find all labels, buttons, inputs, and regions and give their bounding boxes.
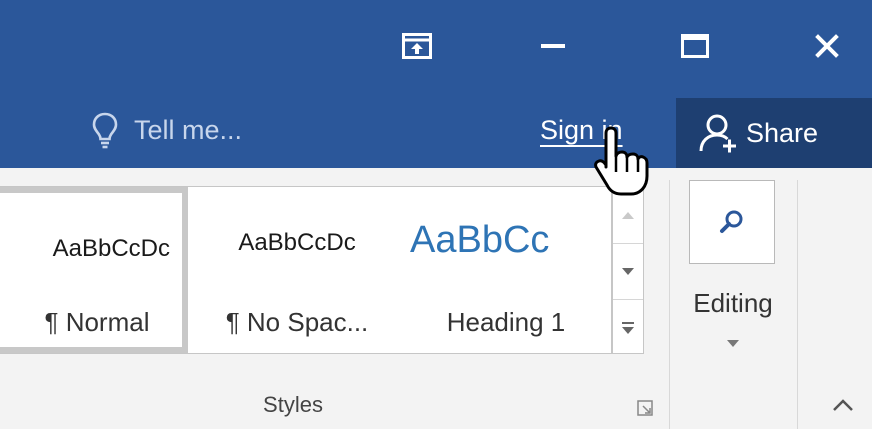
ribbon-display-options-button[interactable] (378, 10, 456, 82)
find-button[interactable] (689, 180, 775, 264)
close-icon (815, 34, 839, 58)
editing-group-label[interactable]: Editing (675, 288, 791, 319)
styles-gallery: AaBbCcDc ¶ Normal AaBbCcDc ¶ No Spac... … (0, 186, 612, 354)
share-button[interactable]: Share (676, 98, 872, 168)
gallery-more-button[interactable] (613, 299, 643, 355)
title-bar: Tell me... Sign in Share (0, 0, 872, 168)
minimize-icon (541, 44, 565, 48)
tell-me-placeholder: Tell me... (134, 114, 243, 145)
find-magnifier-icon (720, 210, 743, 233)
maximize-button[interactable] (660, 10, 730, 82)
style-heading-1[interactable]: AaBbCc Heading 1 (400, 187, 612, 353)
style-name-label: Heading 1 (446, 307, 566, 337)
style-sample-text: AaBbCcDc (238, 229, 356, 256)
tell-me-box[interactable]: Tell me... (90, 108, 242, 152)
minimize-button[interactable] (518, 10, 588, 82)
gallery-scroll-down-button[interactable] (613, 243, 643, 299)
gallery-scroll (612, 186, 644, 354)
style-sample-text: AaBbCc (410, 219, 550, 261)
hand-cursor-icon (594, 126, 649, 196)
share-label: Share (746, 117, 819, 148)
lightbulb-icon (92, 112, 118, 149)
maximize-icon (681, 34, 709, 58)
group-separator (669, 180, 670, 429)
close-button[interactable] (792, 10, 862, 82)
more-styles-icon (622, 321, 634, 334)
group-separator (797, 180, 798, 429)
collapse-ribbon-icon[interactable] (832, 398, 854, 412)
style-no-spacing[interactable]: AaBbCcDc ¶ No Spac... (194, 187, 400, 353)
styles-group-label: Styles (263, 392, 323, 417)
style-sample-text: AaBbCcDc (52, 235, 170, 262)
style-name-label: ¶ No Spac... (225, 307, 369, 337)
style-normal[interactable]: AaBbCcDc ¶ Normal (0, 187, 188, 353)
chevron-down-icon (727, 340, 739, 347)
chevron-down-icon (622, 267, 634, 275)
ribbon-display-options-icon (402, 33, 432, 59)
style-name-label: ¶ Normal (44, 307, 150, 337)
chevron-up-icon (622, 211, 634, 219)
share-person-icon (699, 114, 736, 153)
dialog-launcher-icon[interactable] (637, 400, 653, 416)
